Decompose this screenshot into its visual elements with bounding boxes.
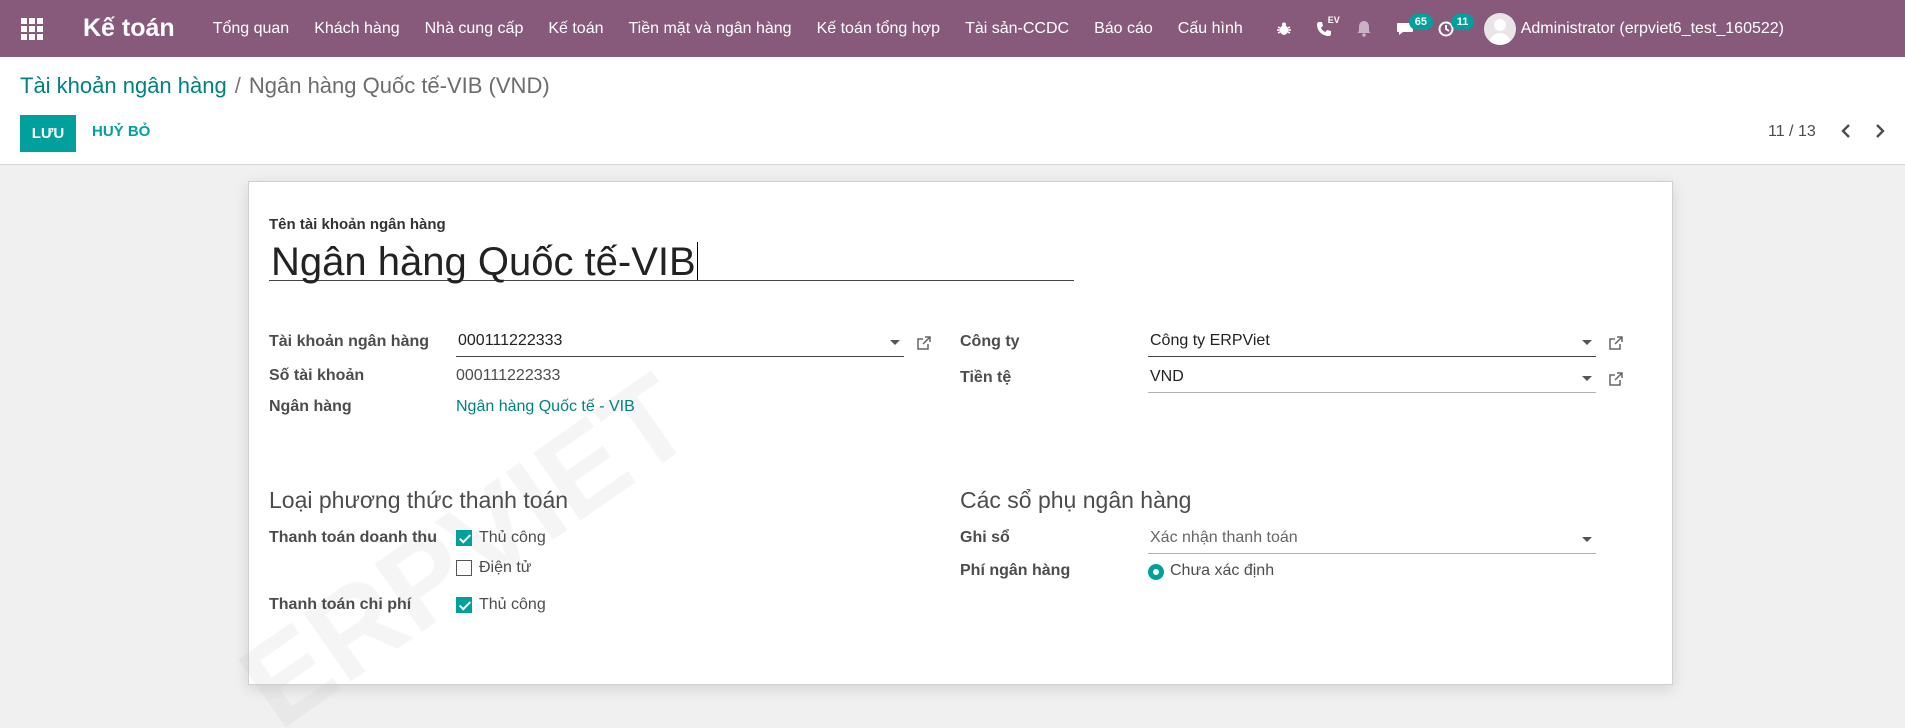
currency-value: VND <box>1150 368 1184 385</box>
activities-clock-icon[interactable]: 11 <box>1438 13 1475 37</box>
discard-button[interactable]: HUỶ BỎ <box>92 123 150 140</box>
inbound-manual-checkbox[interactable] <box>456 530 472 546</box>
chevron-left-icon[interactable] <box>1840 123 1852 144</box>
external-link-icon[interactable] <box>916 335 932 356</box>
account-number-value: 000111222333 <box>456 367 561 384</box>
menu-item-customers[interactable]: Khách hàng <box>314 20 399 38</box>
ev-label: EV <box>1327 14 1340 25</box>
bank-account-select[interactable]: 000111222333 <box>456 329 904 357</box>
currency-label: Tiền tệ <box>960 369 1012 386</box>
dropdown-caret-icon <box>1582 376 1592 381</box>
activities-count-badge: 11 <box>1450 13 1475 30</box>
apps-menu-icon[interactable] <box>21 17 43 40</box>
breadcrumb-separator: / <box>234 73 241 98</box>
account-name-value: Ngân hàng Quốc tế-VIB <box>271 240 696 284</box>
company-label: Công ty <box>960 333 1020 350</box>
account-number-label: Số tài khoản <box>269 367 365 384</box>
bank-label: Ngân hàng <box>269 398 352 415</box>
inbound-electronic-label: Điện tử <box>479 559 532 576</box>
inbound-payment-label: Thanh toán doanh thu <box>269 529 437 546</box>
inbound-manual-label: Thủ công <box>479 529 546 546</box>
text-cursor <box>696 242 698 280</box>
menu-item-general-accounting[interactable]: Kế toán tổng hợp <box>817 20 940 38</box>
outbound-manual-checkbox[interactable] <box>456 597 472 613</box>
user-menu[interactable]: Administrator (erpviet6_test_160522) <box>1483 12 1784 45</box>
dropdown-caret-icon <box>1582 537 1592 542</box>
main-menu: Tổng quan Khách hàng Nhà cung cấp Kế toá… <box>213 20 1268 38</box>
menu-item-cash-bank[interactable]: Tiền mặt và ngân hàng <box>629 20 792 38</box>
save-button[interactable]: LƯU <box>20 115 76 152</box>
account-name-label: Tên tài khoản ngân hàng <box>269 216 446 233</box>
dropdown-caret-icon <box>890 340 900 345</box>
top-navbar: Kế toán Tổng quan Khách hàng Nhà cung cấ… <box>0 0 1905 57</box>
company-value: Công ty ERPViet <box>1150 332 1270 349</box>
external-link-icon[interactable] <box>1608 371 1624 392</box>
chevron-right-icon[interactable] <box>1874 123 1886 144</box>
breadcrumb: Tài khoản ngân hàng / Ngân hàng Quốc tế-VI… <box>20 73 550 99</box>
notification-bell-icon[interactable] <box>1356 20 1372 37</box>
outbound-manual-label: Thủ công <box>479 596 546 613</box>
messages-icon[interactable]: 65 <box>1396 13 1433 37</box>
messages-count-badge: 65 <box>1408 13 1433 30</box>
post-value: Xác nhận thanh toán <box>1150 529 1298 546</box>
payment-methods-title: Loại phương thức thanh toán <box>269 487 569 513</box>
menu-item-overview[interactable]: Tổng quan <box>213 20 290 38</box>
post-label: Ghi sổ <box>960 529 1010 546</box>
menu-item-configuration[interactable]: Cấu hình <box>1178 20 1243 38</box>
bank-fee-value: Chưa xác định <box>1170 562 1275 579</box>
bank-fee-radio[interactable] <box>1148 564 1164 580</box>
app-brand[interactable]: Kế toán <box>83 14 175 43</box>
control-panel: Tài khoản ngân hàng / Ngân hàng Quốc tế-VI… <box>0 57 1905 165</box>
user-avatar <box>1483 12 1516 45</box>
bank-fee-label: Phí ngân hàng <box>960 562 1071 579</box>
voip-phone-icon[interactable]: EV <box>1316 15 1340 37</box>
account-name-input[interactable]: Ngân hàng Quốc tế-VIB <box>269 240 1074 284</box>
external-link-icon[interactable] <box>1608 335 1624 356</box>
pager-value[interactable]: 11 / 13 <box>1768 123 1816 141</box>
breadcrumb-parent-link[interactable]: Tài khoản ngân hàng <box>20 73 227 98</box>
menu-item-vendors[interactable]: Nhà cung cấp <box>425 20 524 38</box>
inbound-electronic-checkbox[interactable] <box>456 560 472 576</box>
bank-journals-title: Các sổ phụ ngân hàng <box>960 487 1192 513</box>
currency-select[interactable]: VND <box>1148 365 1596 393</box>
form-sheet: ERPVIET Tên tài khoản ngân hàng Ngân hàn… <box>217 181 1673 728</box>
debug-icon[interactable] <box>1276 21 1292 37</box>
bank-account-label: Tài khoản ngân hàng <box>269 333 430 350</box>
post-select[interactable]: Xác nhận thanh toán <box>1148 526 1596 554</box>
breadcrumb-current: Ngân hàng Quốc tế-VIB (VND) <box>248 73 550 98</box>
menu-item-accounting[interactable]: Kế toán <box>548 20 603 38</box>
systray: EV 65 11 Administrator (erpviet6_test_16… <box>1276 12 1784 45</box>
bank-account-value: 000111222333 <box>458 332 563 349</box>
menu-item-reports[interactable]: Báo cáo <box>1094 20 1153 38</box>
outbound-payment-label: Thanh toán chi phí <box>269 596 412 613</box>
user-name: Administrator (erpviet6_test_160522) <box>1520 19 1784 37</box>
bank-link[interactable]: Ngân hàng Quốc tế - VIB <box>456 398 635 416</box>
dropdown-caret-icon <box>1582 340 1592 345</box>
menu-item-assets[interactable]: Tài sản-CCDC <box>965 20 1069 38</box>
company-select[interactable]: Công ty ERPViet <box>1148 329 1596 357</box>
